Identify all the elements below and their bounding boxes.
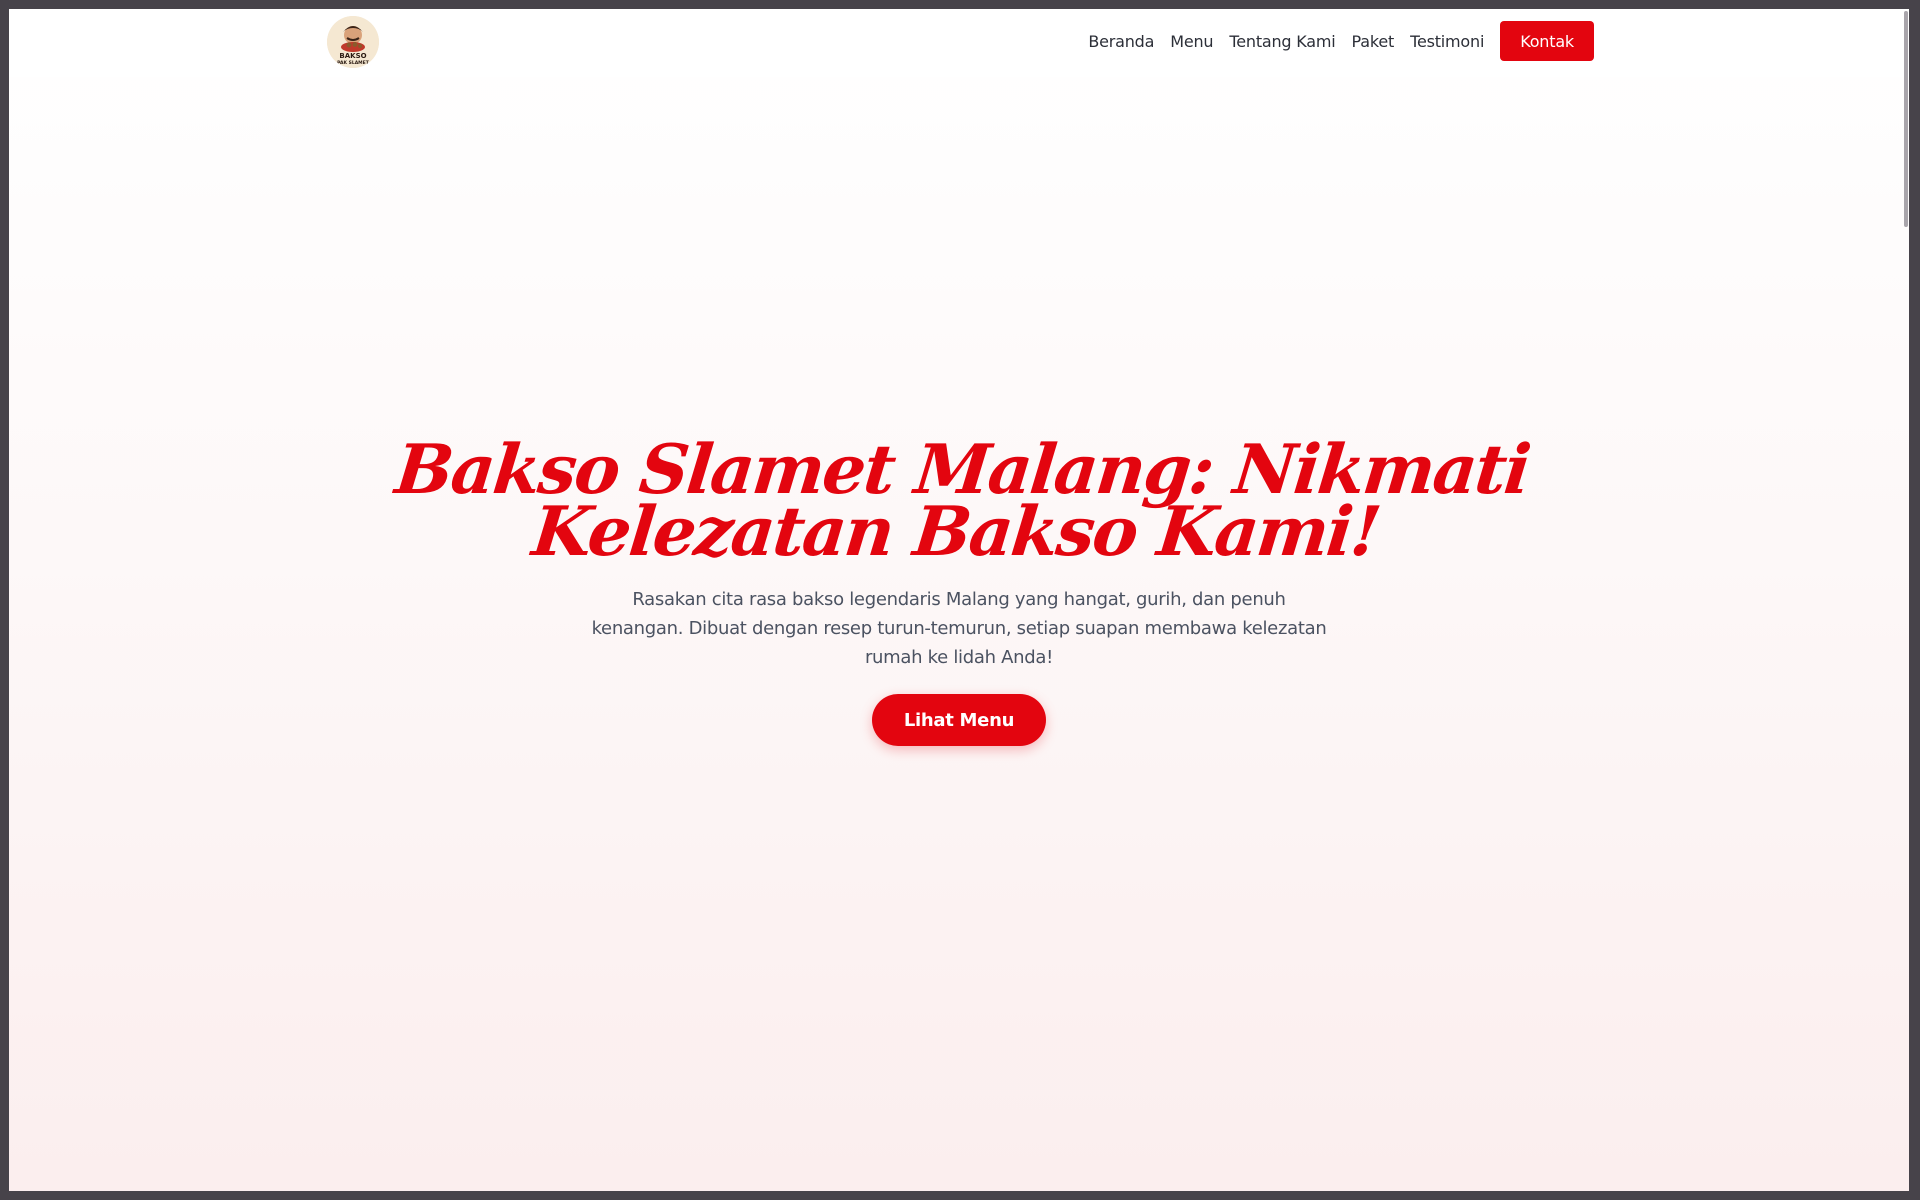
logo-text-line1: BAKSO: [339, 52, 366, 60]
nav-link-testimoni[interactable]: Testimoni: [1410, 32, 1484, 51]
nav-link-paket[interactable]: Paket: [1352, 32, 1395, 51]
hero-title: Bakso Slamet Malang: Nikmati Kelezatan B…: [391, 430, 1533, 572]
kontak-button[interactable]: Kontak: [1500, 21, 1594, 61]
browser-viewport: BAKSO PAK SLAMET Beranda Menu Tentang Ka…: [9, 9, 1909, 1191]
page-scrollbar[interactable]: [1903, 9, 1909, 1191]
main-nav: Beranda Menu Tentang Kami Paket Testimon…: [1088, 21, 1594, 61]
navbar: BAKSO PAK SLAMET Beranda Menu Tentang Ka…: [9, 9, 1909, 77]
scrollbar-thumb[interactable]: [1904, 11, 1908, 227]
hero-description: Rasakan cita rasa bakso legendaris Malan…: [591, 589, 1327, 668]
hero-section: Bakso Slamet Malang: Nikmati Kelezatan B…: [9, 430, 1909, 746]
nav-link-tentang-kami[interactable]: Tentang Kami: [1229, 32, 1335, 51]
bakso-logo-icon: BAKSO PAK SLAMET: [327, 16, 379, 68]
lihat-menu-button[interactable]: Lihat Menu: [871, 694, 1047, 746]
logo-text-line2: PAK SLAMET: [337, 60, 370, 66]
brand-logo[interactable]: BAKSO PAK SLAMET: [327, 16, 379, 68]
nav-link-beranda[interactable]: Beranda: [1088, 32, 1154, 51]
nav-link-menu[interactable]: Menu: [1170, 32, 1213, 51]
